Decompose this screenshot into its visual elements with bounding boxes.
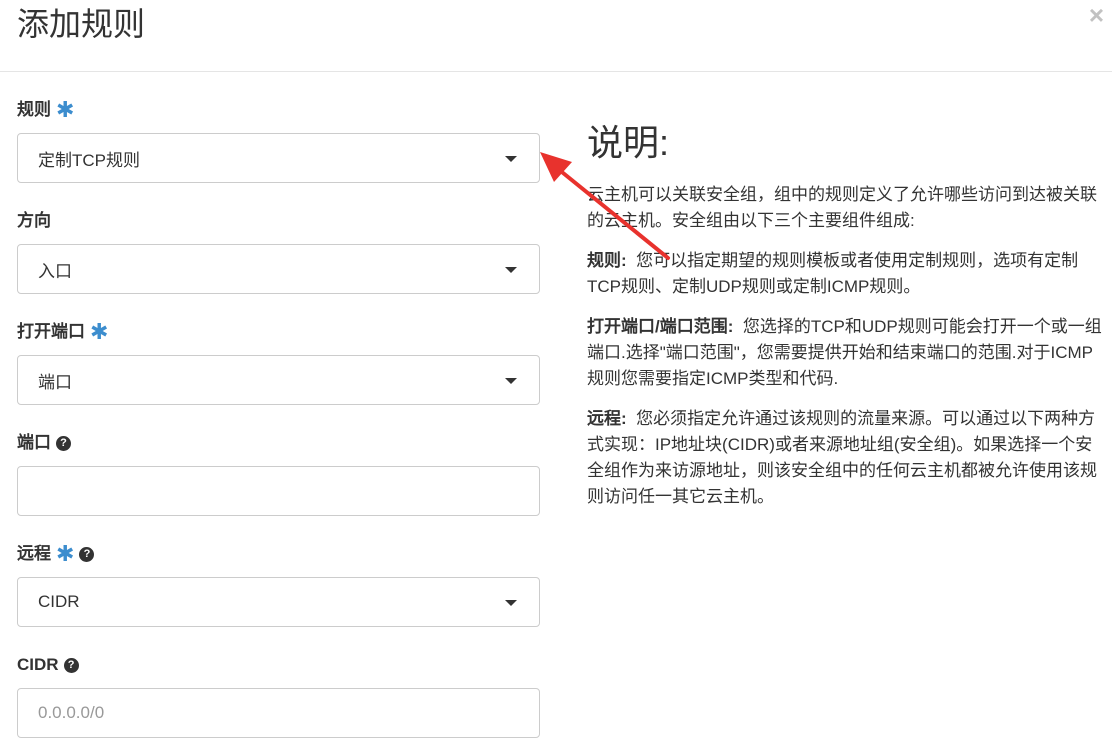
remote-select[interactable]: CIDR: [17, 577, 540, 627]
remote-select-value: CIDR: [38, 592, 80, 611]
modal-header: 添加规则 ×: [0, 0, 1112, 72]
help-remote-text: 您必须指定允许通过该规则的流量来源。可以通过以下两种方式实现：IP地址块(CID…: [587, 409, 1097, 506]
asterisk-icon: ✱: [90, 319, 109, 344]
rule-label-text: 规则: [17, 100, 51, 119]
remote-label-text: 远程: [17, 544, 51, 563]
direction-select[interactable]: 入口: [17, 244, 540, 294]
question-circle-icon[interactable]: ?: [79, 546, 95, 562]
cidr-label: CIDR ?: [17, 652, 540, 678]
open-port-field-group: 打开端口 ✱ 端口: [17, 319, 540, 405]
rule-select[interactable]: 定制TCP规则: [17, 133, 540, 183]
annotation-arrow-shaft: [550, 162, 670, 260]
rule-label: 规则 ✱: [17, 97, 540, 123]
help-port-term: 打开端口/端口范围:: [587, 317, 734, 336]
cidr-label-text: CIDR: [17, 655, 59, 674]
cidr-input-placeholder: 0.0.0.0/0: [38, 703, 105, 722]
caret-down-icon: [505, 600, 517, 606]
help-remote: 远程: 您必须指定允许通过该规则的流量来源。可以通过以下两种方式实现：IP地址块…: [587, 406, 1107, 510]
caret-down-icon: [505, 378, 517, 384]
port-label: 端口 ?: [17, 430, 540, 456]
annotation-arrow-icon: [540, 152, 670, 260]
rule-select-value: 定制TCP规则: [38, 150, 140, 170]
port-label-text: 端口: [17, 433, 51, 452]
help-remote-term: 远程:: [587, 409, 627, 428]
caret-down-icon: [505, 156, 517, 162]
question-circle-icon[interactable]: ?: [63, 657, 79, 673]
help-port: 打开端口/端口范围: 您选择的TCP和UDP规则可能会打开一个或一组端口.选择"…: [587, 314, 1107, 392]
remote-label: 远程 ✱ ?: [17, 541, 540, 567]
cidr-field-group: CIDR ? 0.0.0.0/0: [17, 652, 540, 738]
direction-field-group: 方向 入口: [17, 208, 540, 294]
caret-down-icon: [505, 267, 517, 273]
open-port-label-text: 打开端口: [17, 322, 85, 341]
open-port-select[interactable]: 端口: [17, 355, 540, 405]
rule-field-group: 规则 ✱ 定制TCP规则: [17, 97, 540, 183]
close-icon[interactable]: ×: [1089, 2, 1104, 28]
port-field-group: 端口 ?: [17, 430, 540, 516]
direction-select-value: 入口: [38, 261, 72, 281]
direction-label: 方向: [17, 208, 540, 234]
remote-field-group: 远程 ✱ ? CIDR: [17, 541, 540, 627]
open-port-select-value: 端口: [38, 372, 72, 392]
question-circle-icon[interactable]: ?: [56, 435, 71, 451]
modal-title: 添加规则: [17, 6, 146, 42]
direction-label-text: 方向: [17, 211, 51, 230]
cidr-input[interactable]: 0.0.0.0/0: [17, 688, 540, 738]
port-input[interactable]: [17, 466, 540, 516]
asterisk-icon: ✱: [56, 541, 75, 566]
open-port-label: 打开端口 ✱: [17, 319, 540, 345]
asterisk-icon: ✱: [56, 97, 75, 122]
